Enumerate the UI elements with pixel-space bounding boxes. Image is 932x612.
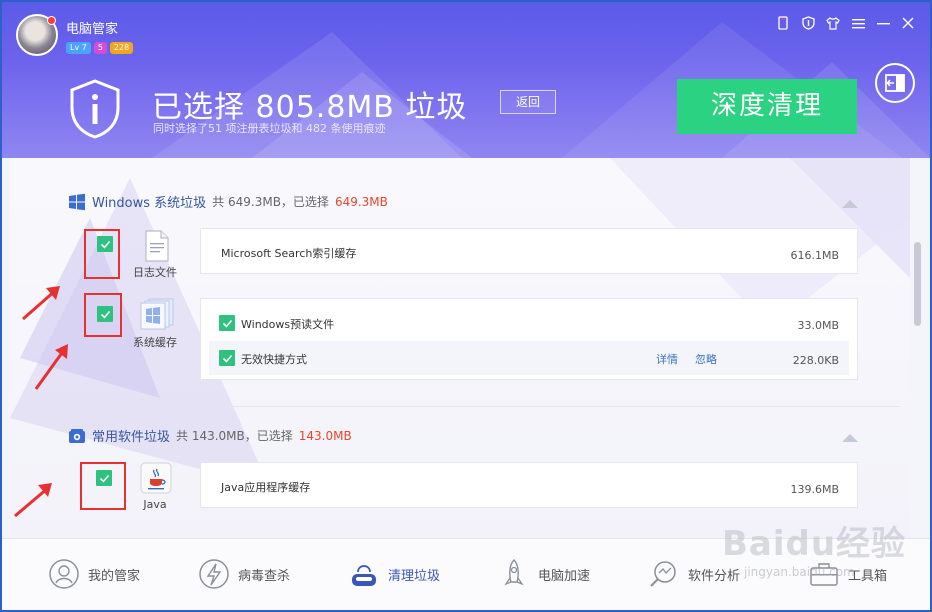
deep-clean-button[interactable]: 深度清理 [677,79,857,134]
junk-item-row[interactable]: Java应用程序缓存 139.6MB [201,479,857,496]
system-cache-icon [140,298,174,330]
nav-speed-up[interactable]: 电脑加速 [498,557,590,591]
item-name: Windows预读文件 [241,318,335,331]
nav-label: 电脑加速 [538,568,591,584]
collapse-software-toggle[interactable] [842,434,858,442]
system-cache-checkbox[interactable] [97,306,113,322]
item-checkbox[interactable] [219,315,235,331]
scrollbar-track[interactable] [914,158,924,538]
category-label: 系统缓存 [133,336,177,349]
log-files-panel: Microsoft Search索引缓存 616.1MB [200,228,858,274]
nav-label: 清理垃圾 [388,568,441,584]
analysis-magnifier-icon [650,561,676,587]
item-name: Java应用程序缓存 [221,481,311,494]
shield-info-icon [70,79,120,139]
selection-subtitle: 同时选择了51 项注册表垃圾和 482 条使用痕迹 [153,122,386,135]
exit-icon [885,74,905,92]
windows-logo-icon [69,193,85,210]
item-name: 无效快捷方式 [241,353,307,366]
phone-icon[interactable] [775,14,791,32]
item-size: 228.0KB [792,354,839,367]
rocket-icon [504,559,524,586]
junk-item-row[interactable]: 无效快捷方式 详情 忽略 228.0KB [201,350,857,367]
software-box-icon [69,428,85,443]
item-size: 139.6MB [790,483,839,496]
item-size: 616.1MB [790,249,839,262]
java-panel: Java应用程序缓存 139.6MB [200,462,858,508]
junk-item-row[interactable]: Microsoft Search索引缓存 616.1MB [201,245,857,262]
section-total: 共 649.3MB，已选择 [212,195,329,209]
vacuum-cleaner-icon [352,565,376,586]
category-label: 日志文件 [133,266,177,279]
nav-label: 我的管家 [88,568,141,584]
log-file-icon [145,230,169,262]
scrollbar-thumb[interactable] [914,242,921,326]
java-checkbox[interactable] [96,470,112,486]
header: 电脑管家 Lv 7 5 228 已选择 805.8MB 垃圾 返回 同时选择了5… [2,2,930,158]
money-badge[interactable]: 228 [109,42,134,54]
annotation-arrow [34,344,68,390]
annotation-arrow [14,483,52,518]
shield-small-icon[interactable] [800,14,816,32]
level-badge[interactable]: Lv 7 [66,42,91,54]
software-junk-header[interactable]: 常用软件垃圾 共 143.0MB，已选择 143.0MB [68,426,352,445]
close-icon[interactable] [900,14,916,32]
nav-my-manager[interactable]: 我的管家 [48,557,140,591]
nav-label: 软件分析 [688,568,741,584]
category-label: Java [143,498,167,511]
section-title: 常用软件垃圾 [92,430,171,445]
menu-icon[interactable] [850,14,866,32]
manager-icon [49,559,79,589]
collapse-windows-toggle[interactable] [842,200,858,208]
annotation-arrow [22,286,60,321]
junk-list-area[interactable]: Windows 系统垃圾 共 649.3MB，已选择 649.3MB 日志文件 … [10,158,910,538]
baidu-watermark: Baidu经验 [722,524,907,564]
windows-junk-header[interactable]: Windows 系统垃圾 共 649.3MB，已选择 649.3MB [68,192,388,211]
nav-virus-scan[interactable]: 病毒查杀 [198,557,290,591]
detail-link[interactable]: 详情 [656,351,678,367]
item-name: Microsoft Search索引缓存 [221,247,357,260]
item-size: 33.0MB [797,319,839,332]
nav-clean-junk[interactable]: 清理垃圾 [348,557,440,591]
app-title: 电脑管家 [66,22,119,37]
main-window: 电脑管家 Lv 7 5 228 已选择 805.8MB 垃圾 返回 同时选择了5… [0,0,932,612]
section-selected-size: 143.0MB [298,428,352,443]
points-badge[interactable]: 5 [93,42,107,54]
nav-label: 病毒查杀 [238,568,291,584]
notification-dot [47,16,56,25]
window-controls [775,14,916,32]
ignore-link[interactable]: 忽略 [695,351,717,367]
back-button[interactable]: 返回 [500,90,556,114]
item-checkbox[interactable] [219,350,235,366]
section-total: 共 143.0MB，已选择 [176,429,293,443]
section-title: Windows 系统垃圾 [92,196,207,211]
system-cache-panel: Windows预读文件 33.0MB 无效快捷方式 详情 忽略 228.0KB [200,298,858,380]
log-files-checkbox[interactable] [97,236,113,252]
user-badges: Lv 7 5 228 [66,42,134,54]
section-selected-size: 649.3MB [334,194,388,209]
watermark-url: jingyan.baidu.com [744,565,855,579]
section-divider [40,406,900,407]
junk-item-row[interactable]: Windows预读文件 33.0MB [201,315,857,332]
exit-panel-button[interactable] [875,63,915,103]
lightning-icon [199,559,229,589]
minimize-icon[interactable] [875,14,891,32]
java-icon [140,462,172,494]
skin-shirt-icon[interactable] [825,14,841,32]
